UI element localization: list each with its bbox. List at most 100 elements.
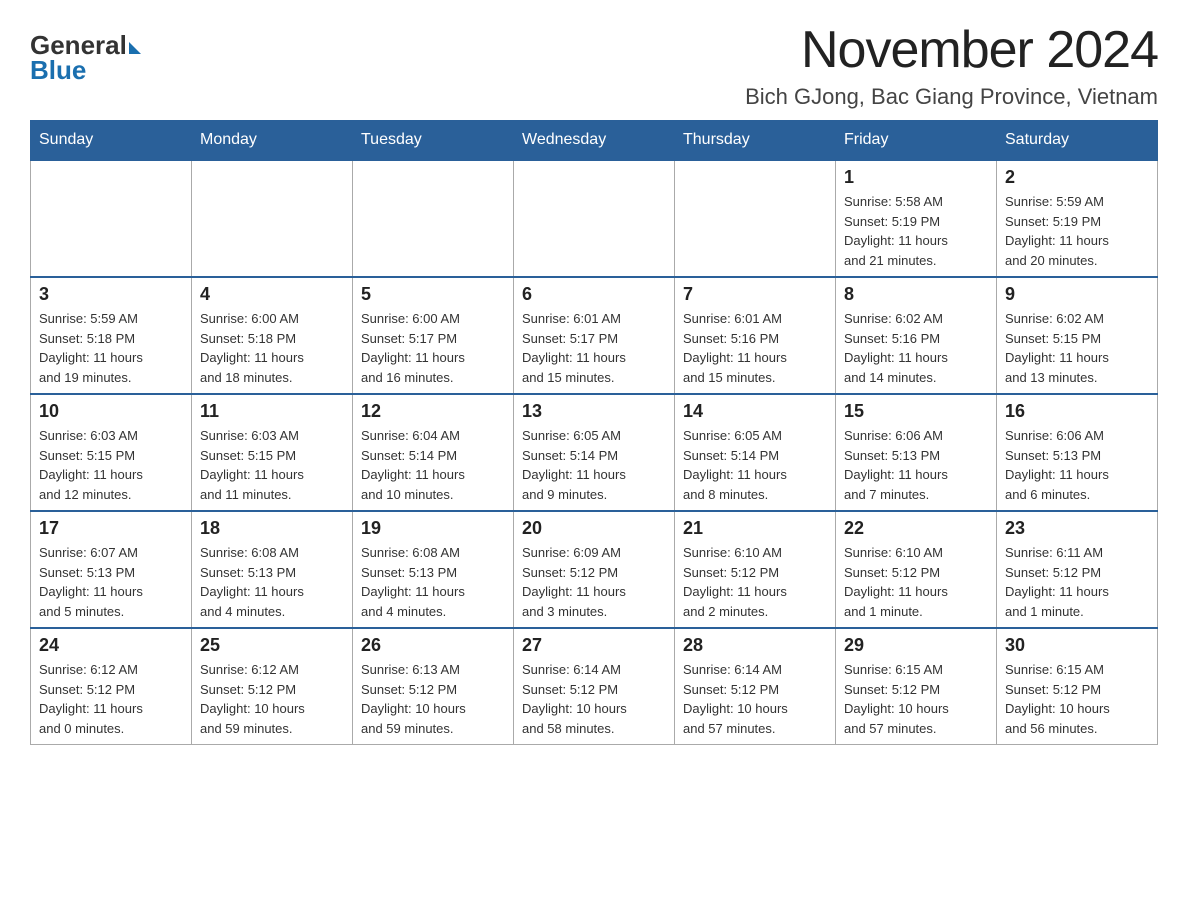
calendar-cell: 22 Sunrise: 6:10 AMSunset: 5:12 PMDayligh… [836,511,997,628]
day-info: Sunrise: 6:10 AMSunset: 5:12 PMDaylight:… [683,543,827,621]
day-number: 9 [1005,284,1149,305]
week-row-1: 1 Sunrise: 5:58 AMSunset: 5:19 PMDaylight… [31,160,1158,277]
day-info: Sunrise: 6:02 AMSunset: 5:16 PMDaylight:… [844,309,988,387]
day-info: Sunrise: 6:06 AMSunset: 5:13 PMDaylight:… [1005,426,1149,504]
calendar-cell [675,160,836,277]
calendar-cell: 14 Sunrise: 6:05 AMSunset: 5:14 PMDayligh… [675,394,836,511]
logo-blue: Blue [30,55,86,86]
title-section: November 2024 Bich GJong, Bac Giang Prov… [745,20,1158,110]
day-info: Sunrise: 6:05 AMSunset: 5:14 PMDaylight:… [522,426,666,504]
calendar-cell: 29Sunrise: 6:15 AMSunset: 5:12 PMDayligh… [836,628,997,745]
day-info: Sunrise: 6:14 AMSunset: 5:12 PMDaylight:… [522,660,666,738]
calendar-cell: 6 Sunrise: 6:01 AMSunset: 5:17 PMDaylight… [514,277,675,394]
day-number: 18 [200,518,344,539]
calendar-cell: 10 Sunrise: 6:03 AMSunset: 5:15 PMDayligh… [31,394,192,511]
day-number: 25 [200,635,344,656]
day-number: 8 [844,284,988,305]
day-number: 16 [1005,401,1149,422]
day-info: Sunrise: 6:09 AMSunset: 5:12 PMDaylight:… [522,543,666,621]
day-number: 14 [683,401,827,422]
calendar-cell [31,160,192,277]
day-number: 3 [39,284,183,305]
day-number: 13 [522,401,666,422]
day-info: Sunrise: 6:01 AMSunset: 5:17 PMDaylight:… [522,309,666,387]
day-info: Sunrise: 6:13 AMSunset: 5:12 PMDaylight:… [361,660,505,738]
day-info: Sunrise: 6:03 AMSunset: 5:15 PMDaylight:… [200,426,344,504]
header: General Blue November 2024 Bich GJong, B… [30,20,1158,110]
calendar-cell [192,160,353,277]
day-number: 24 [39,635,183,656]
calendar-cell: 28Sunrise: 6:14 AMSunset: 5:12 PMDayligh… [675,628,836,745]
column-header-tuesday: Tuesday [353,121,514,161]
day-number: 26 [361,635,505,656]
column-header-monday: Monday [192,121,353,161]
day-number: 22 [844,518,988,539]
day-info: Sunrise: 6:12 AMSunset: 5:12 PMDaylight:… [200,660,344,738]
day-number: 6 [522,284,666,305]
column-header-thursday: Thursday [675,121,836,161]
calendar-cell: 23 Sunrise: 6:11 AMSunset: 5:12 PMDayligh… [997,511,1158,628]
calendar-cell: 18 Sunrise: 6:08 AMSunset: 5:13 PMDayligh… [192,511,353,628]
calendar-cell [353,160,514,277]
calendar-cell: 16 Sunrise: 6:06 AMSunset: 5:13 PMDayligh… [997,394,1158,511]
day-info: Sunrise: 6:02 AMSunset: 5:15 PMDaylight:… [1005,309,1149,387]
day-number: 4 [200,284,344,305]
calendar-header-row: SundayMondayTuesdayWednesdayThursdayFrid… [31,121,1158,161]
day-info: Sunrise: 5:59 AMSunset: 5:19 PMDaylight:… [1005,192,1149,270]
calendar-cell: 21Sunrise: 6:10 AMSunset: 5:12 PMDayligh… [675,511,836,628]
calendar-cell: 24 Sunrise: 6:12 AMSunset: 5:12 PMDayligh… [31,628,192,745]
subtitle: Bich GJong, Bac Giang Province, Vietnam [745,84,1158,110]
calendar-cell: 4Sunrise: 6:00 AMSunset: 5:18 PMDaylight… [192,277,353,394]
day-info: Sunrise: 5:58 AMSunset: 5:19 PMDaylight:… [844,192,988,270]
day-number: 19 [361,518,505,539]
week-row-4: 17Sunrise: 6:07 AMSunset: 5:13 PMDayligh… [31,511,1158,628]
week-row-5: 24 Sunrise: 6:12 AMSunset: 5:12 PMDayligh… [31,628,1158,745]
day-number: 27 [522,635,666,656]
day-info: Sunrise: 6:08 AMSunset: 5:13 PMDaylight:… [361,543,505,621]
day-info: Sunrise: 6:14 AMSunset: 5:12 PMDaylight:… [683,660,827,738]
calendar-cell: 3 Sunrise: 5:59 AMSunset: 5:18 PMDaylight… [31,277,192,394]
column-header-wednesday: Wednesday [514,121,675,161]
day-number: 7 [683,284,827,305]
day-number: 23 [1005,518,1149,539]
column-header-sunday: Sunday [31,121,192,161]
calendar-cell: 9 Sunrise: 6:02 AMSunset: 5:15 PMDaylight… [997,277,1158,394]
day-info: Sunrise: 6:06 AMSunset: 5:13 PMDaylight:… [844,426,988,504]
day-info: Sunrise: 6:05 AMSunset: 5:14 PMDaylight:… [683,426,827,504]
day-number: 12 [361,401,505,422]
day-number: 10 [39,401,183,422]
day-info: Sunrise: 6:08 AMSunset: 5:13 PMDaylight:… [200,543,344,621]
column-header-saturday: Saturday [997,121,1158,161]
calendar-cell: 17Sunrise: 6:07 AMSunset: 5:13 PMDayligh… [31,511,192,628]
week-row-3: 10 Sunrise: 6:03 AMSunset: 5:15 PMDayligh… [31,394,1158,511]
day-number: 15 [844,401,988,422]
logo-triangle-icon [129,42,141,54]
calendar-cell: 13 Sunrise: 6:05 AMSunset: 5:14 PMDayligh… [514,394,675,511]
day-number: 30 [1005,635,1149,656]
day-info: Sunrise: 6:01 AMSunset: 5:16 PMDaylight:… [683,309,827,387]
day-info: Sunrise: 6:11 AMSunset: 5:12 PMDaylight:… [1005,543,1149,621]
calendar-cell: 5 Sunrise: 6:00 AMSunset: 5:17 PMDaylight… [353,277,514,394]
calendar-cell: 19 Sunrise: 6:08 AMSunset: 5:13 PMDayligh… [353,511,514,628]
day-number: 17 [39,518,183,539]
calendar-cell [514,160,675,277]
main-title: November 2024 [745,20,1158,80]
day-number: 2 [1005,167,1149,188]
column-header-friday: Friday [836,121,997,161]
day-number: 1 [844,167,988,188]
day-number: 5 [361,284,505,305]
calendar-cell: 12Sunrise: 6:04 AMSunset: 5:14 PMDayligh… [353,394,514,511]
calendar-cell: 1 Sunrise: 5:58 AMSunset: 5:19 PMDaylight… [836,160,997,277]
day-info: Sunrise: 6:10 AMSunset: 5:12 PMDaylight:… [844,543,988,621]
calendar-cell: 15 Sunrise: 6:06 AMSunset: 5:13 PMDayligh… [836,394,997,511]
calendar-cell: 8 Sunrise: 6:02 AMSunset: 5:16 PMDaylight… [836,277,997,394]
calendar: SundayMondayTuesdayWednesdayThursdayFrid… [30,120,1158,745]
day-info: Sunrise: 5:59 AMSunset: 5:18 PMDaylight:… [39,309,183,387]
day-info: Sunrise: 6:00 AMSunset: 5:17 PMDaylight:… [361,309,505,387]
calendar-cell: 30Sunrise: 6:15 AMSunset: 5:12 PMDayligh… [997,628,1158,745]
day-number: 29 [844,635,988,656]
day-info: Sunrise: 6:03 AMSunset: 5:15 PMDaylight:… [39,426,183,504]
calendar-cell: 27 Sunrise: 6:14 AMSunset: 5:12 PMDayligh… [514,628,675,745]
calendar-cell: 2 Sunrise: 5:59 AMSunset: 5:19 PMDaylight… [997,160,1158,277]
day-info: Sunrise: 6:12 AMSunset: 5:12 PMDaylight:… [39,660,183,738]
